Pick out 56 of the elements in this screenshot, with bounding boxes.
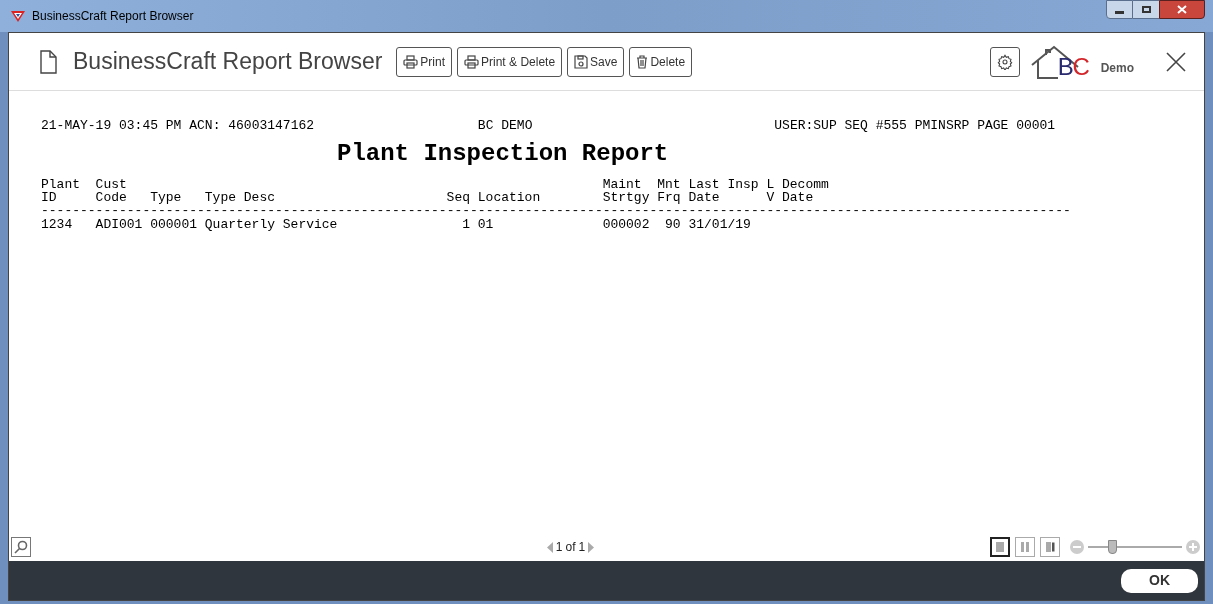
printer-icon [403,54,419,69]
printer-icon [464,54,480,69]
search-button[interactable] [11,537,31,557]
page-of: of [565,539,576,556]
close-button[interactable] [1159,0,1205,19]
close-icon [1177,5,1187,14]
report-cell-text: Quarterly Service [204,218,339,231]
settings-icon [996,53,1013,70]
window-title: BusinessCraft Report Browser [32,8,194,25]
column-header: L V [766,178,776,204]
column-header: Type [150,189,183,204]
minimize-button[interactable] [1106,0,1133,19]
report-header: BC DEMO [477,119,534,132]
toolbar-button[interactable]: Print [396,46,453,77]
report-header: 21-MAY-19 03:45 PM ACN: 46003147162 [41,119,316,132]
app-logo-icon [10,9,26,23]
toolbar-button[interactable]: Save [567,46,625,77]
zoom-slider-thumb[interactable] [1107,540,1117,554]
document-icon [39,49,57,74]
logo-caption: Demo [1100,59,1134,77]
logo-text: BC [1057,54,1089,79]
column-header: Mnt Frq [657,178,682,204]
settings-button[interactable] [989,46,1020,77]
column-header: Last Insp Date [688,178,760,204]
report-header: USER:SUP SEQ #555 PMINSRP PAGE 00001 [774,119,1056,132]
toolbar-button[interactable]: Delete [629,46,693,77]
maximize-button[interactable] [1133,0,1159,19]
report-cell-text: 31/01/19 [688,218,752,231]
column-header: Cust Code [95,178,128,204]
column-header: Type Desc [204,189,276,204]
report-cell-text: 1234 [41,218,74,231]
close-button[interactable] [1164,49,1188,74]
page-number: 1 [555,539,563,556]
ok-button[interactable]: OK [1121,568,1198,593]
report-cell-text: 1 [461,218,471,231]
column-header: Maint Strtgy [602,178,651,204]
report-cell-text: 000002 [602,218,651,231]
report-cell-text: 000001 [150,218,198,231]
app-title: BusinessCraft Report Browser [73,47,383,77]
search-icon [14,540,28,554]
report-title: Plant Inspection Report [337,142,669,166]
column-header: Seq [446,189,471,204]
report-cell-text: ADI001 [95,218,144,231]
column-header: Decomm Date [782,178,830,204]
view-mode-button[interactable] [990,537,1010,557]
column-header: Location [477,189,542,204]
page-total: 1 [578,539,586,556]
report-cell-text: 90 [664,218,682,231]
toolbar-button[interactable]: Print & Delete [457,46,563,77]
report-rule: ------------------------------------------------------------------------------------------------------------------------------------ [41,204,1071,217]
view-mode-button[interactable] [1040,537,1060,557]
close-icon [1166,51,1186,72]
report-cell-text: 01 [477,218,495,231]
trash-icon [636,54,649,69]
zoom-slider[interactable] [1088,540,1182,554]
column-header: Plant ID [41,178,81,204]
